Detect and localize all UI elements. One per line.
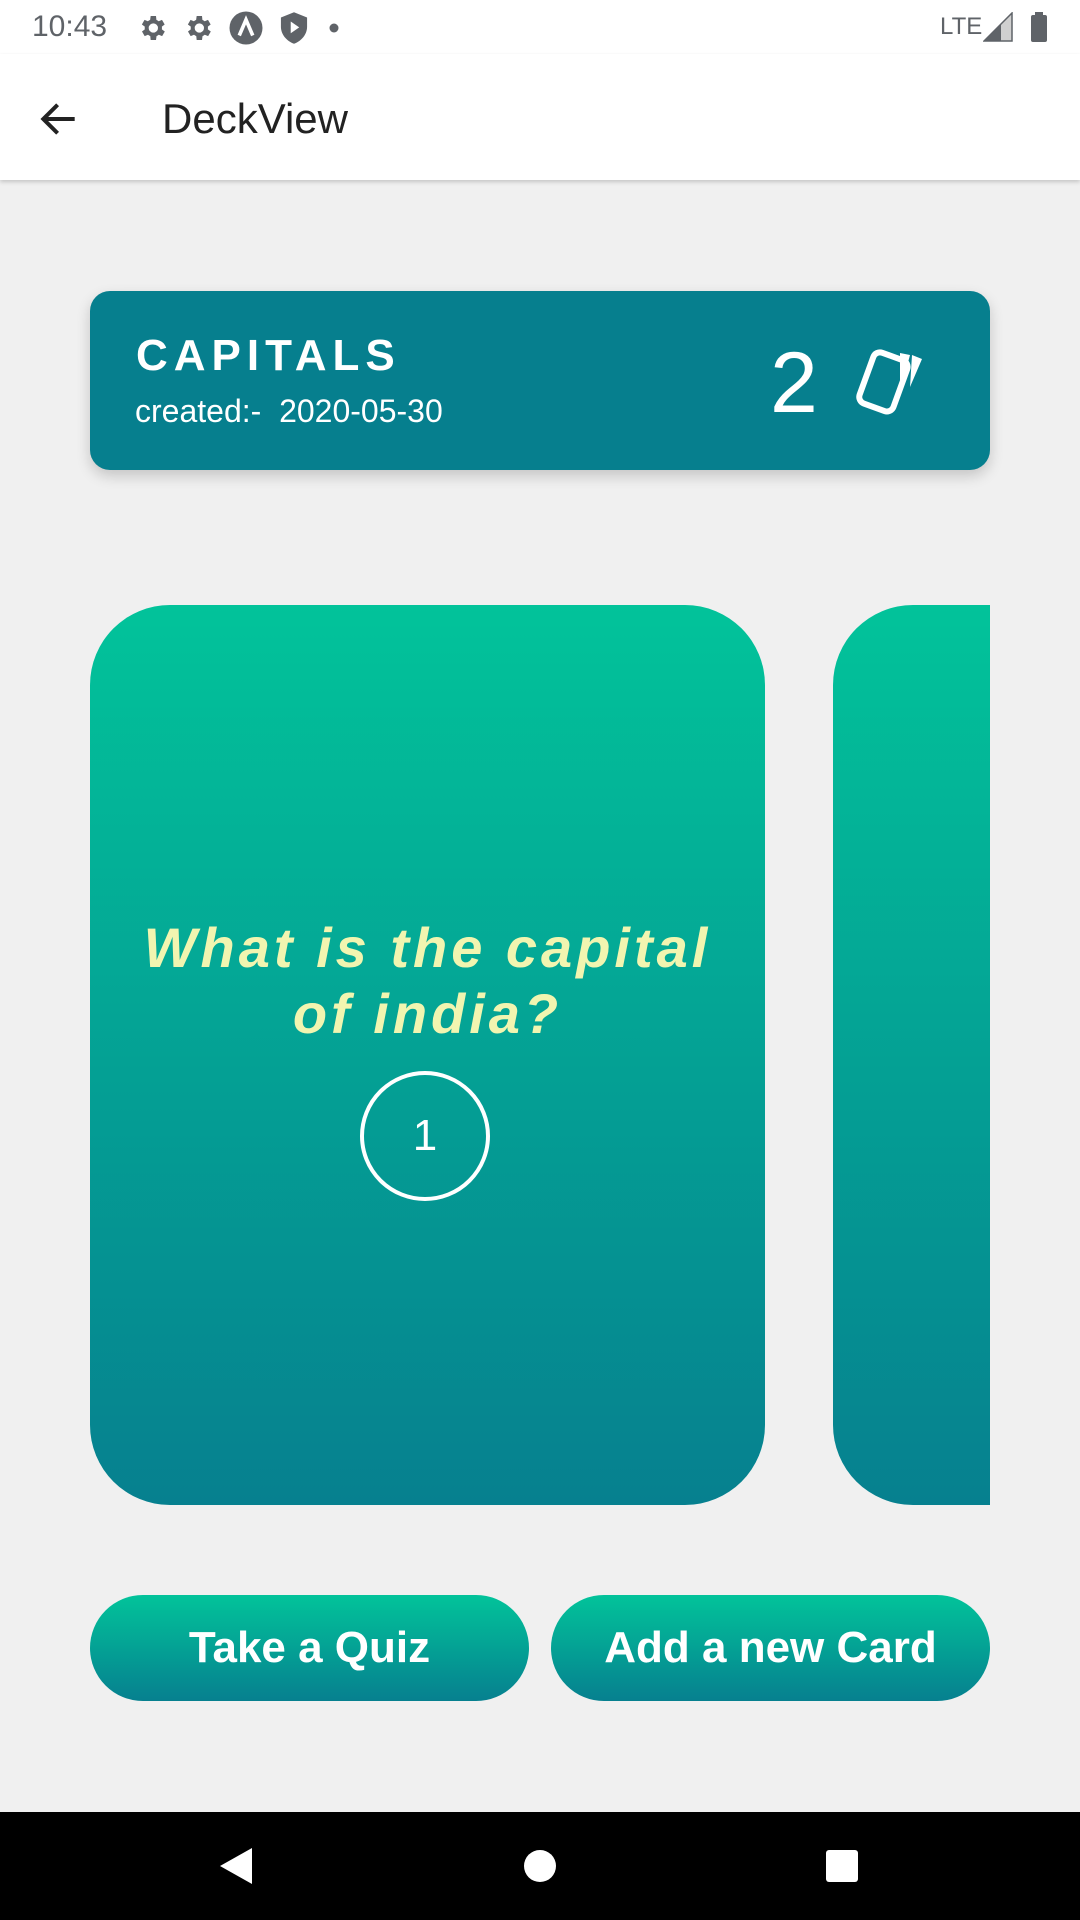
deck-header-card: CAPITALS created:- 2020-05-30 2 — [90, 291, 990, 470]
home-circle-icon[interactable] — [524, 1850, 556, 1882]
status-bar: 10:43 LTE — [0, 0, 1080, 54]
take-quiz-button[interactable]: Take a Quiz — [90, 1595, 529, 1701]
app-bar: DeckView — [0, 54, 1080, 180]
network-type: LTE — [940, 13, 983, 40]
shield-play-icon — [278, 11, 310, 45]
status-time: 10:43 — [32, 10, 108, 43]
page-title: DeckView — [162, 95, 348, 142]
gear-icon — [136, 12, 168, 44]
flashcard-next-peek[interactable] — [833, 605, 990, 1505]
flashcard[interactable]: What is the capital of india? 1 — [90, 605, 765, 1505]
battery-icon — [1030, 12, 1048, 47]
cards-icon — [848, 341, 928, 426]
a-icon — [228, 10, 264, 46]
gear-icon — [182, 12, 214, 44]
back-triangle-icon[interactable] — [216, 1846, 254, 1891]
card-number-badge: 1 — [360, 1071, 490, 1201]
deck-card-count: 2 — [770, 335, 818, 431]
deck-name: CAPITALS — [136, 331, 401, 380]
deck-view-screen: 10:43 LTE DeckView CAPITALS created:- 20… — [0, 0, 1080, 1920]
recents-square-icon[interactable] — [826, 1850, 858, 1882]
dot-icon — [324, 18, 344, 38]
add-card-button[interactable]: Add a new Card — [551, 1595, 990, 1701]
card-question: What is the capital of india? — [143, 916, 712, 1045]
back-button[interactable] — [28, 89, 88, 149]
notification-icons — [136, 10, 344, 46]
signal-icon — [982, 11, 1013, 47]
arrow-left-icon — [40, 103, 75, 135]
deck-created-date: created:- 2020-05-30 — [135, 393, 443, 429]
system-nav-bar — [0, 1812, 1080, 1920]
